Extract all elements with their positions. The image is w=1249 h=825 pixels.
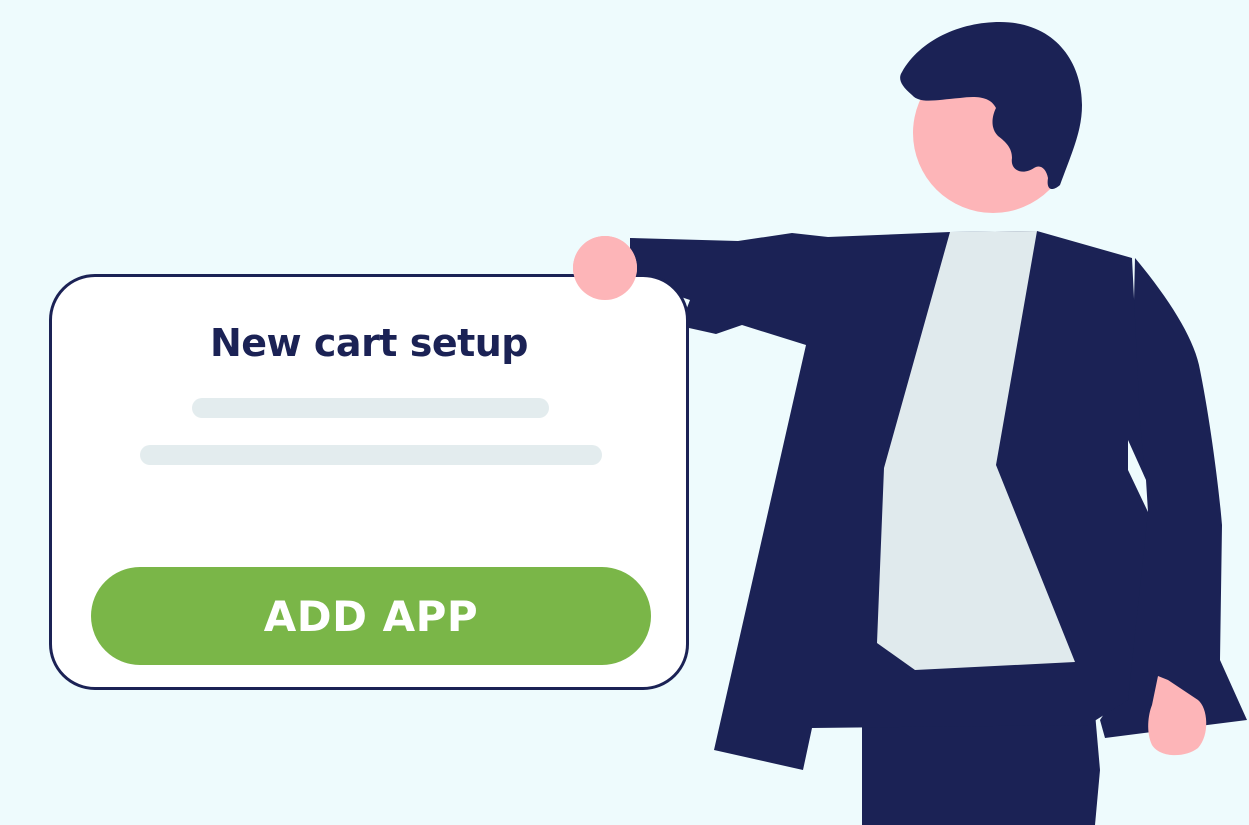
fingers-icon (573, 236, 637, 300)
placeholder-line (140, 445, 602, 465)
add-app-button-label: ADD APP (263, 591, 479, 641)
hand-overlay (573, 236, 637, 300)
add-app-button[interactable]: ADD APP (91, 567, 651, 665)
placeholder-line (192, 398, 549, 418)
setup-card: New cart setup ADD APP (49, 274, 689, 690)
card-title: New cart setup (209, 321, 529, 365)
illustration-scene: New cart setup ADD APP (0, 0, 1249, 825)
